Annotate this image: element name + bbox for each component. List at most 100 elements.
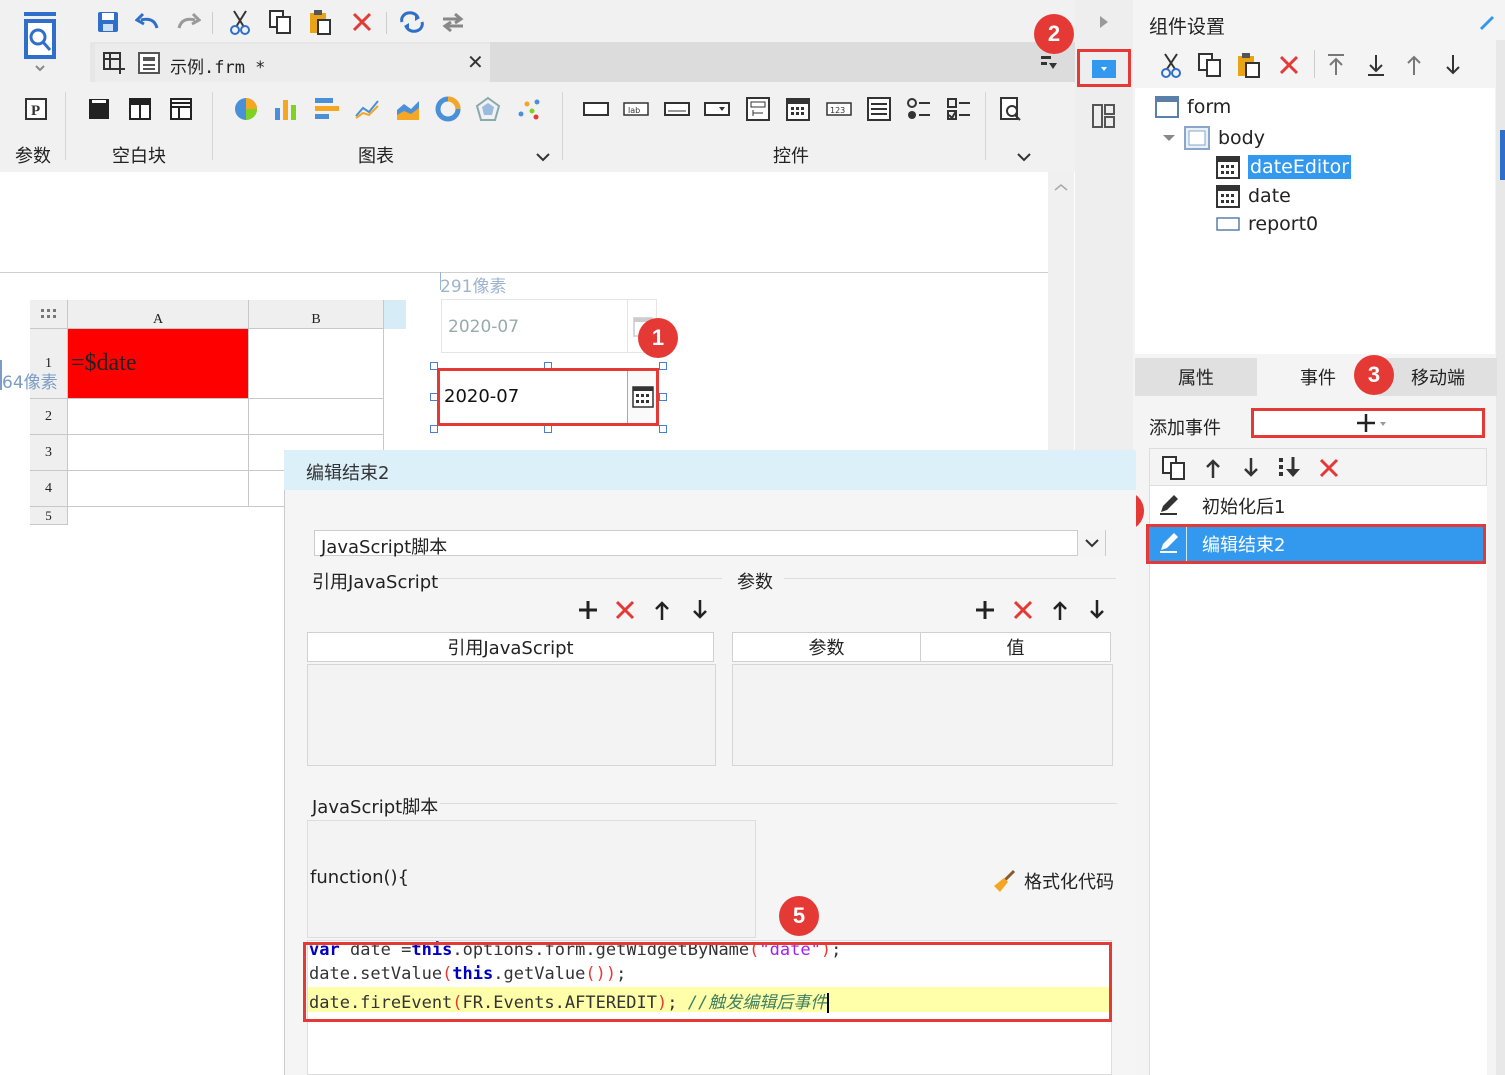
ref-js-delete-icon[interactable] bbox=[614, 599, 636, 626]
date-widget-icon[interactable] bbox=[785, 96, 811, 122]
redo-icon[interactable] bbox=[173, 8, 203, 36]
area-chart-icon[interactable] bbox=[395, 96, 421, 122]
ref-js-table-body[interactable] bbox=[307, 664, 716, 766]
event-down-icon[interactable] bbox=[1241, 457, 1261, 484]
grid-corner[interactable] bbox=[30, 300, 68, 329]
cell-b1[interactable] bbox=[249, 329, 384, 399]
tree-node-date[interactable]: date bbox=[1216, 184, 1291, 208]
layout-panel-icon[interactable] bbox=[1092, 104, 1116, 133]
paste-icon[interactable] bbox=[305, 8, 335, 36]
row-header-3[interactable]: 3 bbox=[30, 435, 68, 471]
grid-add-icon[interactable] bbox=[103, 52, 125, 79]
panel-copy-icon[interactable] bbox=[1197, 52, 1223, 83]
copy-icon[interactable] bbox=[265, 8, 295, 36]
widget-expand-icon[interactable] bbox=[1017, 146, 1031, 167]
refresh-icon[interactable] bbox=[397, 8, 427, 36]
value-column-header[interactable]: 值 bbox=[920, 632, 1111, 662]
textarea-widget-icon[interactable] bbox=[866, 96, 892, 122]
widget-settings-icon[interactable] bbox=[1092, 60, 1116, 78]
collapse-arrow-icon[interactable] bbox=[1162, 132, 1176, 144]
panel-paste-icon[interactable] bbox=[1236, 52, 1262, 83]
tab-mobile[interactable]: 移动端 bbox=[1379, 358, 1497, 396]
resize-handle[interactable] bbox=[544, 425, 552, 433]
event-copy-icon[interactable] bbox=[1161, 455, 1187, 486]
preview-search-icon[interactable] bbox=[998, 96, 1024, 122]
panel-delete-icon[interactable] bbox=[1278, 54, 1300, 81]
cut-icon[interactable] bbox=[225, 8, 255, 36]
label-widget-icon[interactable]: lab bbox=[623, 96, 649, 122]
ref-js-up-icon[interactable] bbox=[652, 599, 672, 626]
tree-node-report0[interactable]: report0 bbox=[1216, 213, 1318, 235]
parameter-icon[interactable]: P bbox=[23, 96, 49, 122]
bar-chart-icon[interactable] bbox=[273, 96, 299, 122]
ref-js-down-icon[interactable] bbox=[690, 599, 710, 626]
pie-chart-icon[interactable] bbox=[233, 96, 259, 122]
move-bottom-icon[interactable] bbox=[1366, 53, 1386, 82]
pin-icon[interactable] bbox=[1478, 14, 1496, 37]
param-delete-icon[interactable] bbox=[1012, 599, 1034, 626]
line-chart-icon[interactable] bbox=[354, 96, 380, 122]
row-header-2[interactable]: 2 bbox=[30, 399, 68, 435]
column-header-b[interactable]: B bbox=[249, 300, 384, 329]
resize-handle[interactable] bbox=[659, 362, 667, 370]
column-header-a[interactable]: A bbox=[68, 300, 249, 329]
panel-scrollbar[interactable] bbox=[1496, 40, 1505, 1075]
swap-icon[interactable] bbox=[438, 8, 468, 36]
row-header-4[interactable]: 4 bbox=[30, 471, 68, 507]
textbox-widget-icon[interactable] bbox=[664, 96, 690, 122]
move-up-icon[interactable] bbox=[1404, 53, 1424, 82]
undo-icon[interactable] bbox=[133, 8, 163, 36]
cell-a3[interactable] bbox=[68, 435, 249, 471]
event-sort-icon[interactable] bbox=[1277, 455, 1303, 486]
combobox-widget-icon[interactable] bbox=[704, 96, 730, 122]
event-up-icon[interactable] bbox=[1203, 457, 1223, 484]
move-down-icon[interactable] bbox=[1443, 53, 1463, 82]
param-column-header[interactable]: 参数 bbox=[732, 632, 921, 662]
chart-expand-icon[interactable] bbox=[536, 146, 550, 167]
ref-js-add-icon[interactable] bbox=[577, 599, 599, 626]
save-icon[interactable] bbox=[93, 8, 123, 36]
tree-node-dateeditor[interactable]: dateEditor bbox=[1216, 155, 1352, 179]
vertical-scrollbar[interactable] bbox=[1048, 172, 1074, 452]
horizontal-bar-icon[interactable] bbox=[313, 96, 339, 122]
blank-block-icon[interactable] bbox=[86, 96, 112, 122]
event-delete-icon[interactable] bbox=[1318, 457, 1340, 484]
param-table-body[interactable] bbox=[732, 664, 1113, 766]
cell-a2[interactable] bbox=[68, 399, 249, 435]
scatter-chart-icon[interactable] bbox=[516, 96, 542, 122]
number-widget-icon[interactable]: 123 bbox=[826, 96, 852, 122]
radio-group-icon[interactable] bbox=[906, 96, 932, 122]
tab-block-icon[interactable] bbox=[127, 96, 153, 122]
tree-node-form[interactable]: form bbox=[1155, 96, 1231, 118]
panel-cut-icon[interactable] bbox=[1158, 52, 1184, 83]
tree-node-body[interactable]: body bbox=[1162, 126, 1265, 150]
document-tab[interactable]: 示例.frm * ✕ bbox=[95, 44, 490, 82]
tab-properties[interactable]: 属性 bbox=[1135, 358, 1257, 396]
resize-handle[interactable] bbox=[659, 393, 667, 401]
param-down-icon[interactable] bbox=[1087, 599, 1107, 626]
select-chevron-icon[interactable] bbox=[1077, 530, 1105, 556]
tab-menu-icon[interactable] bbox=[1040, 54, 1058, 77]
ref-js-column-header[interactable]: 引用JavaScript bbox=[307, 632, 714, 662]
cell-a1[interactable]: =$date bbox=[68, 329, 249, 399]
close-tab-icon[interactable]: ✕ bbox=[467, 50, 484, 74]
panel-scroll-thumb[interactable] bbox=[1500, 130, 1505, 180]
row-header-5[interactable]: 5 bbox=[30, 507, 68, 525]
resize-handle[interactable] bbox=[430, 425, 438, 433]
absolute-block-icon[interactable] bbox=[168, 96, 194, 122]
cell-a4[interactable] bbox=[68, 471, 249, 507]
move-top-icon[interactable] bbox=[1326, 53, 1346, 82]
button-widget-icon[interactable] bbox=[583, 96, 609, 122]
checkbox-group-icon[interactable] bbox=[946, 96, 972, 122]
delete-icon[interactable] bbox=[347, 8, 377, 36]
expand-arrow-icon[interactable] bbox=[1098, 14, 1110, 35]
event-item-init[interactable]: 初始化后1 bbox=[1149, 488, 1487, 524]
app-logo-icon[interactable] bbox=[20, 10, 60, 72]
donut-chart-icon[interactable] bbox=[435, 96, 461, 122]
cell-b2[interactable] bbox=[249, 399, 384, 435]
combotree-widget-icon[interactable] bbox=[745, 96, 771, 122]
resize-handle[interactable] bbox=[659, 425, 667, 433]
format-code-button[interactable]: 格式化代码 bbox=[992, 868, 1114, 894]
param-up-icon[interactable] bbox=[1050, 599, 1070, 626]
radar-chart-icon[interactable] bbox=[475, 96, 501, 122]
